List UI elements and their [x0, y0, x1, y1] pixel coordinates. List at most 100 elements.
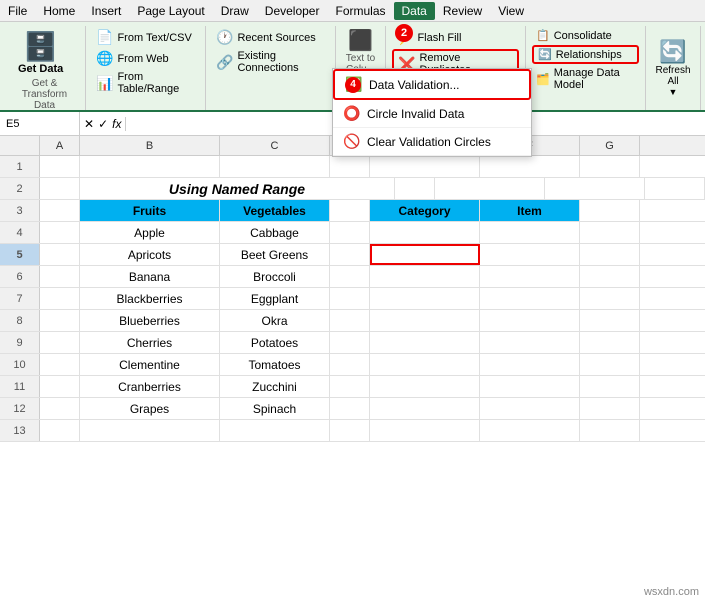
circle-invalid-item[interactable]: ⭕ Circle Invalid Data: [333, 100, 531, 128]
cell-e1[interactable]: [370, 156, 480, 177]
cell-g1[interactable]: [580, 156, 640, 177]
cell-f2[interactable]: [545, 178, 645, 199]
menu-data[interactable]: Data: [394, 2, 435, 20]
from-table-button[interactable]: 📊 From Table/Range: [92, 70, 199, 96]
menu-home[interactable]: Home: [35, 2, 83, 20]
refresh-all-button[interactable]: 🔄 Refresh All ▼: [646, 26, 701, 110]
cell-g11[interactable]: [580, 376, 640, 397]
cell-b5[interactable]: Apricots: [80, 244, 220, 265]
cell-g2[interactable]: [645, 178, 705, 199]
cell-d1[interactable]: [330, 156, 370, 177]
cell-c5[interactable]: Beet Greens: [220, 244, 330, 265]
cell-a10[interactable]: [40, 354, 80, 375]
cell-e7[interactable]: [370, 288, 480, 309]
cell-e8[interactable]: [370, 310, 480, 331]
cell-a5[interactable]: [40, 244, 80, 265]
cell-b8[interactable]: Blueberries: [80, 310, 220, 331]
dv-validation-item[interactable]: ✅ Data Validation... 4: [333, 69, 531, 100]
cell-b1[interactable]: [80, 156, 220, 177]
cell-e9[interactable]: [370, 332, 480, 353]
cell-a6[interactable]: [40, 266, 80, 287]
cell-e11[interactable]: [370, 376, 480, 397]
menu-page-layout[interactable]: Page Layout: [129, 2, 212, 20]
cell-g6[interactable]: [580, 266, 640, 287]
cell-g7[interactable]: [580, 288, 640, 309]
cell-g10[interactable]: [580, 354, 640, 375]
cell-d3[interactable]: [330, 200, 370, 221]
cell-d11[interactable]: [330, 376, 370, 397]
cell-f13[interactable]: [480, 420, 580, 441]
cell-f5[interactable]: [480, 244, 580, 265]
fx-icon[interactable]: fx: [112, 117, 121, 131]
cell-c13[interactable]: [220, 420, 330, 441]
menu-draw[interactable]: Draw: [213, 2, 257, 20]
cell-b6[interactable]: Banana: [80, 266, 220, 287]
cell-e4[interactable]: [370, 222, 480, 243]
menu-formulas[interactable]: Formulas: [327, 2, 393, 20]
cell-a1[interactable]: [40, 156, 80, 177]
cell-c8[interactable]: Okra: [220, 310, 330, 331]
cell-d13[interactable]: [330, 420, 370, 441]
cell-a11[interactable]: [40, 376, 80, 397]
confirm-icon[interactable]: ✓: [98, 117, 108, 131]
cell-d12[interactable]: [330, 398, 370, 419]
cell-e6[interactable]: [370, 266, 480, 287]
cell-a9[interactable]: [40, 332, 80, 353]
cell-g4[interactable]: [580, 222, 640, 243]
cell-a13[interactable]: [40, 420, 80, 441]
cell-f1[interactable]: [480, 156, 580, 177]
cell-b7[interactable]: Blackberries: [80, 288, 220, 309]
from-web-button[interactable]: 🌐 From Web: [92, 49, 199, 68]
cell-g9[interactable]: [580, 332, 640, 353]
relationships-button[interactable]: 🔄 Relationships: [532, 45, 639, 64]
cell-c9[interactable]: Potatoes: [220, 332, 330, 353]
cell-f12[interactable]: [480, 398, 580, 419]
cell-f9[interactable]: [480, 332, 580, 353]
menu-insert[interactable]: Insert: [83, 2, 129, 20]
cell-b4[interactable]: Apple: [80, 222, 220, 243]
menu-review[interactable]: Review: [435, 2, 490, 20]
cell-b13[interactable]: [80, 420, 220, 441]
cell-d8[interactable]: [330, 310, 370, 331]
cell-e10[interactable]: [370, 354, 480, 375]
cell-f6[interactable]: ↑ 1 Select the cell: [480, 266, 580, 287]
cell-a2[interactable]: [40, 178, 80, 199]
cell-d6[interactable]: [330, 266, 370, 287]
cell-f7[interactable]: [480, 288, 580, 309]
cell-g13[interactable]: [580, 420, 640, 441]
cell-e5-selected[interactable]: [370, 244, 480, 265]
cell-a12[interactable]: [40, 398, 80, 419]
cancel-icon[interactable]: ✕: [84, 117, 94, 131]
cell-a7[interactable]: [40, 288, 80, 309]
cell-g12[interactable]: [580, 398, 640, 419]
cell-d9[interactable]: [330, 332, 370, 353]
clear-validation-item[interactable]: 🚫 Clear Validation Circles: [333, 128, 531, 156]
cell-f10[interactable]: [480, 354, 580, 375]
cell-e2[interactable]: [435, 178, 545, 199]
cell-d4[interactable]: [330, 222, 370, 243]
menu-file[interactable]: File: [0, 2, 35, 20]
cell-a3[interactable]: [40, 200, 80, 221]
cell-c10[interactable]: Tomatoes: [220, 354, 330, 375]
cell-c1[interactable]: [220, 156, 330, 177]
menu-view[interactable]: View: [490, 2, 532, 20]
cell-d10[interactable]: [330, 354, 370, 375]
consolidate-button[interactable]: 📋 Consolidate: [532, 28, 639, 43]
recent-sources-button[interactable]: 🕐 Recent Sources: [212, 28, 329, 47]
cell-d2[interactable]: [395, 178, 435, 199]
from-text-csv-button[interactable]: 📄 From Text/CSV: [92, 28, 199, 47]
cell-c12[interactable]: Spinach: [220, 398, 330, 419]
cell-f4[interactable]: [480, 222, 580, 243]
cell-b10[interactable]: Clementine: [80, 354, 220, 375]
cell-a4[interactable]: [40, 222, 80, 243]
cell-f11[interactable]: [480, 376, 580, 397]
cell-c4[interactable]: Cabbage: [220, 222, 330, 243]
cell-b12[interactable]: Grapes: [80, 398, 220, 419]
cell-a8[interactable]: [40, 310, 80, 331]
get-data-button[interactable]: 🗄️ Get Data: [10, 28, 71, 77]
cell-d7[interactable]: [330, 288, 370, 309]
cell-d5[interactable]: [330, 244, 370, 265]
cell-g5[interactable]: [580, 244, 640, 265]
cell-g8[interactable]: [580, 310, 640, 331]
cell-c6[interactable]: Broccoli: [220, 266, 330, 287]
